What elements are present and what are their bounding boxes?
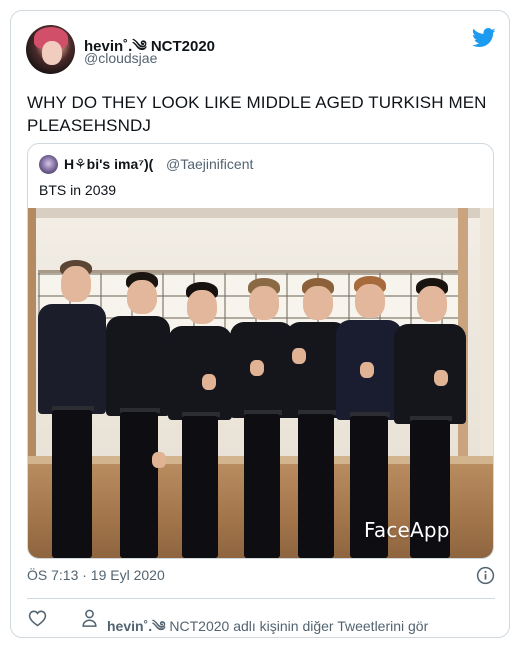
twitter-bird-icon[interactable] [472, 28, 496, 48]
tweet-text: WHY DO THEY LOOK LIKE MIDDLE AGED TURKIS… [27, 93, 487, 135]
quoted-tweet-photo[interactable]: FaceApp [28, 208, 493, 558]
author-handle[interactable]: @cloudsjae [84, 50, 157, 66]
more-tweets-author: hevin˚.༄ [107, 618, 166, 634]
quoted-tweet-text: BTS in 2039 [39, 182, 117, 198]
quoted-author-handle[interactable]: @Taejinificent [166, 156, 253, 172]
footer-divider [27, 598, 495, 599]
heart-icon[interactable] [28, 609, 47, 627]
info-icon[interactable] [476, 566, 495, 585]
embedded-tweet-card: hevin˚.༄ NCT2020 @cloudsjae WHY DO THEY … [10, 10, 510, 638]
quoted-author-display-name[interactable]: H⚘bi's ima⁷)( [64, 156, 153, 173]
more-tweets-label: NCT2020 adlı kişinin diğer Tweetlerini g… [165, 618, 429, 634]
quoted-author-avatar[interactable] [39, 155, 58, 174]
faceapp-watermark: FaceApp [364, 518, 450, 542]
person-icon [82, 609, 97, 627]
quoted-tweet[interactable]: H⚘bi's ima⁷)( @Taejinificent BTS in 2039 [27, 143, 494, 559]
more-tweets-link[interactable]: hevin˚.༄ NCT2020 adlı kişinin diğer Twee… [107, 610, 429, 637]
author-avatar[interactable] [26, 25, 75, 74]
tweet-timestamp[interactable]: ÖS 7:13 · 19 Eyl 2020 [27, 567, 165, 583]
